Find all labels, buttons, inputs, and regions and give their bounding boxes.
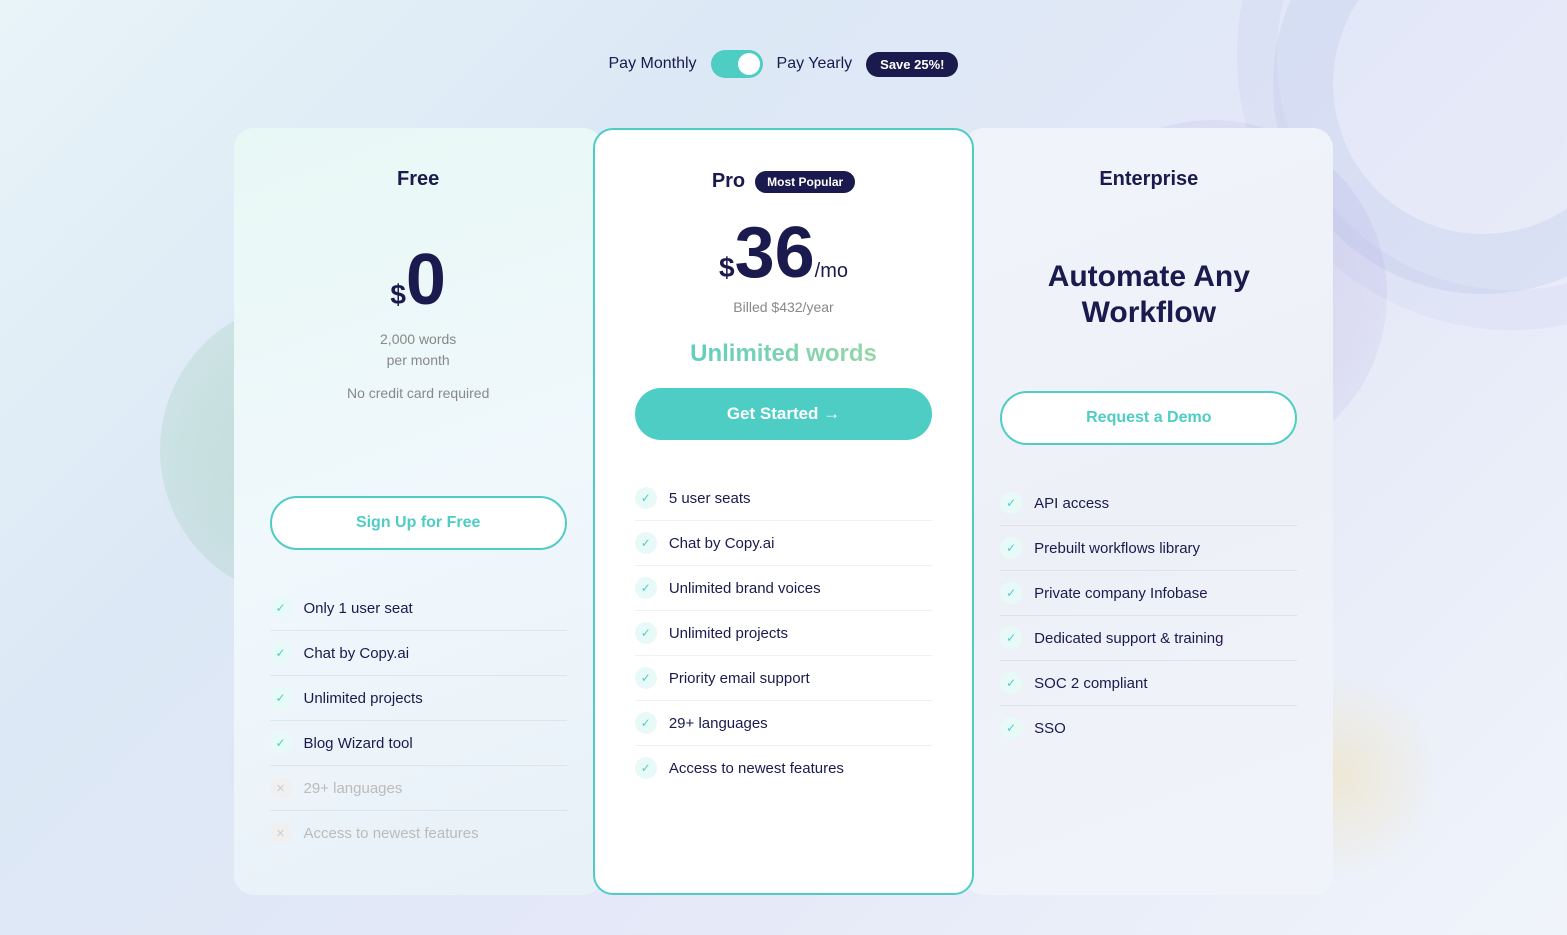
enterprise-feature-2: ✓ Prebuilt workflows library: [1000, 526, 1297, 571]
pro-price-symbol: $: [719, 252, 735, 284]
pro-price-period: /mo: [815, 260, 848, 283]
check-icon: ✓: [635, 622, 657, 644]
enterprise-feature-3: ✓ Private company Infobase: [1000, 571, 1297, 616]
most-popular-badge: Most Popular: [755, 171, 855, 193]
toggle-knob: [738, 53, 760, 75]
check-icon: ✓: [635, 577, 657, 599]
free-plan-card: Free $ 0 2,000 words per month No credit…: [234, 128, 603, 895]
billing-toggle-row: Pay Monthly Pay Yearly Save 25%!: [609, 50, 959, 78]
pro-cta-button[interactable]: Get Started →: [635, 388, 932, 440]
free-feature-6: ✕ Access to newest features: [270, 811, 567, 855]
pro-feature-7: ✓ Access to newest features: [635, 746, 932, 790]
pro-price-row: $ 36 /mo: [635, 217, 932, 289]
free-price-symbol: $: [390, 279, 406, 311]
free-price-amount: 0: [406, 239, 446, 321]
enterprise-features-list: ✓ API access ✓ Prebuilt workflows librar…: [1000, 481, 1297, 750]
free-feature-4: ✓ Blog Wizard tool: [270, 721, 567, 766]
enterprise-feature-4: ✓ Dedicated support & training: [1000, 616, 1297, 661]
check-icon: ✓: [1000, 717, 1022, 739]
pro-billed-label: Billed $432/year: [635, 297, 932, 318]
check-icon: ✓: [1000, 582, 1022, 604]
free-plan-title: Free: [397, 168, 439, 191]
free-no-cc: No credit card required: [270, 383, 567, 404]
free-price-row: $ 0: [270, 239, 567, 321]
check-icon: ✓: [635, 667, 657, 689]
check-icon: ✓: [270, 597, 292, 619]
enterprise-feature-1: ✓ API access: [1000, 481, 1297, 526]
enterprise-plan-title: Enterprise: [1099, 168, 1198, 191]
pro-feature-3: ✓ Unlimited brand voices: [635, 566, 932, 611]
pro-price-amount: 36: [735, 217, 815, 289]
free-price-subtitle: 2,000 words per month: [270, 329, 567, 371]
check-icon: ✓: [1000, 492, 1022, 514]
pay-yearly-label: Pay Yearly: [777, 55, 853, 73]
pro-feature-5: ✓ Priority email support: [635, 656, 932, 701]
check-icon: ✓: [270, 732, 292, 754]
pro-title-row: Pro Most Popular: [635, 170, 932, 193]
pro-feature-4: ✓ Unlimited projects: [635, 611, 932, 656]
pay-monthly-label: Pay Monthly: [609, 55, 697, 73]
free-cta-button[interactable]: Sign Up for Free: [270, 496, 567, 550]
check-icon: ✓: [1000, 672, 1022, 694]
enterprise-cta-button[interactable]: Request a Demo: [1000, 391, 1297, 445]
pro-feature-2: ✓ Chat by Copy.ai: [635, 521, 932, 566]
pro-feature-6: ✓ 29+ languages: [635, 701, 932, 746]
free-features-list: ✓ Only 1 user seat ✓ Chat by Copy.ai ✓ U…: [270, 586, 567, 855]
save-badge: Save 25%!: [866, 52, 958, 77]
pro-plan-title: Pro: [712, 170, 745, 193]
pricing-cards-container: Free $ 0 2,000 words per month No credit…: [234, 128, 1334, 895]
check-icon: ✓: [635, 757, 657, 779]
check-icon: ✓: [270, 642, 292, 664]
enterprise-feature-6: ✓ SSO: [1000, 706, 1297, 750]
x-icon: ✕: [270, 777, 292, 799]
check-icon: ✓: [1000, 627, 1022, 649]
free-feature-3: ✓ Unlimited projects: [270, 676, 567, 721]
free-feature-5: ✕ 29+ languages: [270, 766, 567, 811]
check-icon: ✓: [1000, 537, 1022, 559]
enterprise-headline: Automate Any Workflow: [1000, 259, 1297, 331]
free-feature-1: ✓ Only 1 user seat: [270, 586, 567, 631]
x-icon: ✕: [270, 822, 292, 844]
pro-unlimited-words: Unlimited words: [635, 340, 932, 368]
check-icon: ✓: [270, 687, 292, 709]
check-icon: ✓: [635, 487, 657, 509]
check-icon: ✓: [635, 532, 657, 554]
billing-toggle-switch[interactable]: [711, 50, 763, 78]
enterprise-plan-card: Enterprise Automate Any Workflow Request…: [964, 128, 1333, 895]
check-icon: ✓: [635, 712, 657, 734]
pro-feature-1: ✓ 5 user seats: [635, 476, 932, 521]
enterprise-feature-5: ✓ SOC 2 compliant: [1000, 661, 1297, 706]
pro-features-list: ✓ 5 user seats ✓ Chat by Copy.ai ✓ Unlim…: [635, 476, 932, 790]
free-feature-2: ✓ Chat by Copy.ai: [270, 631, 567, 676]
pro-plan-card: Pro Most Popular $ 36 /mo Billed $432/ye…: [593, 128, 974, 895]
